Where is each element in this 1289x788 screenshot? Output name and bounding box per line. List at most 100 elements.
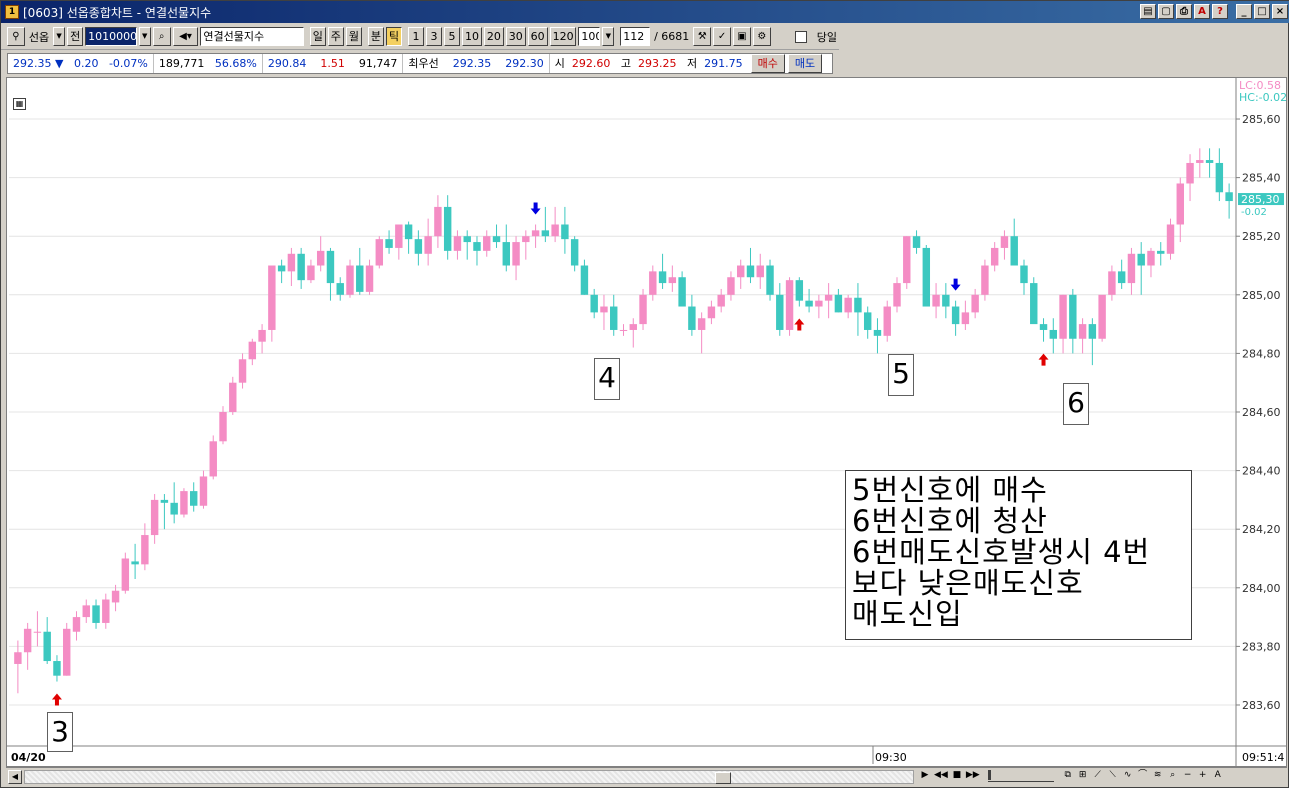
- period-day-button[interactable]: 일: [309, 27, 326, 46]
- candle-body: [160, 499, 169, 503]
- y-tick-label: 284,20: [1242, 523, 1281, 536]
- arc-icon[interactable]: ⌒: [1136, 769, 1150, 784]
- scroll-track[interactable]: [24, 770, 914, 784]
- candle-body: [981, 265, 989, 295]
- code-input[interactable]: 101000000: [85, 27, 137, 46]
- copy-icon[interactable]: ⧉: [1061, 769, 1075, 784]
- interval-5-button[interactable]: 5: [443, 27, 460, 46]
- interval-dropdown-icon[interactable]: ▼: [602, 27, 615, 46]
- grid-toggle-icon[interactable]: ▦: [13, 98, 26, 110]
- code-dropdown-icon[interactable]: ▼: [138, 27, 151, 46]
- candle-body: [863, 312, 872, 330]
- candlestick-chart[interactable]: 285,60 285,40 285,20 285,00 284,80 284,60 284,…: [7, 78, 1286, 766]
- fast-forward-icon[interactable]: ▶▶: [965, 769, 981, 784]
- interval-1-button[interactable]: 1: [407, 27, 424, 46]
- volume-ratio: 56.68%: [214, 57, 257, 70]
- title-bar[interactable]: 1 [0603] 선옵종합차트 - 연결선물지수 ▤ ▢ ⎙ A ? _ □ ×: [1, 1, 1289, 23]
- candle-body: [170, 502, 178, 515]
- search-code-icon[interactable]: ⚲: [7, 27, 25, 46]
- window-split-icon[interactable]: ⊞: [1076, 769, 1090, 784]
- trend-line-icon[interactable]: ⟋: [1091, 769, 1105, 784]
- candle-body: [1186, 162, 1194, 184]
- speaker-icon[interactable]: ◀▾: [172, 27, 199, 46]
- candle-body: [287, 253, 296, 272]
- scroll-left-icon[interactable]: ◀: [8, 770, 22, 784]
- today-only-label: 당일: [816, 30, 837, 44]
- zoom-out-icon[interactable]: −: [1181, 769, 1195, 784]
- candle-body: [1039, 324, 1048, 330]
- quote-price-group: 292.35 ▼ 0.20 -0.07%: [8, 54, 154, 73]
- candle-body: [1127, 253, 1136, 284]
- candle-body: [1147, 250, 1155, 266]
- period-minute-button[interactable]: 분: [367, 27, 384, 46]
- low-label: 저: [686, 57, 698, 70]
- candle-body: [111, 590, 120, 603]
- tool-icon[interactable]: ⚒: [693, 27, 712, 46]
- y-tick-label: 284,80: [1242, 347, 1281, 360]
- zoom-in-icon[interactable]: +: [1196, 769, 1210, 784]
- interval-120-button[interactable]: 120: [549, 27, 577, 46]
- market-type-select[interactable]: 선옵: [27, 29, 51, 45]
- candle-body: [580, 265, 589, 295]
- note-line: 6번신호에 청산: [852, 504, 1048, 538]
- signal-label-3: 3: [47, 712, 73, 752]
- y-tick-label: 285,40: [1242, 172, 1281, 185]
- candle-body: [1010, 236, 1018, 266]
- candle-body: [610, 306, 618, 330]
- zoom-slider[interactable]: [987, 769, 1054, 782]
- candle-body: [63, 628, 71, 676]
- sell-button[interactable]: 매도: [787, 54, 823, 73]
- interval-3-button[interactable]: 3: [425, 27, 442, 46]
- interval-60-button[interactable]: 60: [527, 27, 548, 46]
- ray-icon[interactable]: ⟍: [1106, 769, 1120, 784]
- window-title: [0603] 선옵종합차트 - 연결선물지수: [23, 5, 212, 20]
- candle-body: [678, 277, 686, 307]
- interval-10-button[interactable]: 10: [461, 27, 482, 46]
- zoom-icon[interactable]: ⌕: [1166, 769, 1180, 784]
- today-only-checkbox[interactable]: [794, 30, 807, 43]
- period-tick-button[interactable]: 틱: [385, 27, 402, 46]
- chart-panel[interactable]: 285,60 285,40 285,20 285,00 284,80 284,60 284,…: [6, 77, 1287, 767]
- candle-body: [912, 236, 921, 248]
- save-icon[interactable]: ▣: [733, 27, 751, 46]
- period-week-button[interactable]: 주: [327, 27, 344, 46]
- print-icon[interactable]: ⎙: [1176, 4, 1192, 19]
- settings-gear-icon[interactable]: ⚙: [752, 27, 771, 46]
- period-month-button[interactable]: 월: [345, 27, 362, 46]
- market-type-dropdown-icon[interactable]: ▼: [53, 27, 66, 46]
- fibonacci-icon[interactable]: ≋: [1151, 769, 1165, 784]
- rewind-icon[interactable]: ◀◀: [933, 769, 949, 784]
- candle-body: [1078, 324, 1087, 339]
- candle-body: [766, 265, 774, 295]
- stop-icon[interactable]: ■: [950, 769, 964, 784]
- layout-icon[interactable]: ▤: [1140, 4, 1156, 19]
- window-icon[interactable]: ▢: [1158, 4, 1174, 19]
- candle-body: [1088, 324, 1097, 339]
- candle-body: [893, 283, 901, 307]
- play-icon[interactable]: ▶: [918, 769, 932, 784]
- wave-icon[interactable]: ∿: [1121, 769, 1135, 784]
- interval-20-button[interactable]: 20: [483, 27, 504, 46]
- help-icon[interactable]: ?: [1212, 4, 1228, 19]
- candle-body: [570, 239, 579, 266]
- minimize-icon[interactable]: _: [1236, 4, 1252, 19]
- buy-signal-arrow: [794, 318, 805, 331]
- indicator-icon[interactable]: ✓: [713, 27, 732, 46]
- close-icon[interactable]: ×: [1272, 4, 1288, 19]
- scroll-thumb[interactable]: [715, 772, 731, 784]
- candle-body: [629, 324, 637, 330]
- font-icon[interactable]: A: [1194, 4, 1210, 19]
- candle-body: [82, 605, 90, 618]
- magnifier-icon[interactable]: ⌕: [152, 27, 171, 46]
- interval-30-button[interactable]: 30: [505, 27, 526, 46]
- buy-button[interactable]: 매수: [750, 54, 785, 73]
- interval-select[interactable]: 100: [578, 27, 601, 46]
- volume: 189,771: [158, 57, 205, 70]
- quote-bar: 292.35 ▼ 0.20 -0.07% 189,771 56.68% 290.…: [7, 53, 833, 74]
- candle-body: [668, 277, 677, 284]
- quote-basis-group: 290.84 1.51 91,747: [263, 54, 404, 73]
- prev-button[interactable]: 전: [67, 27, 84, 46]
- display-count-input[interactable]: 112: [620, 27, 651, 46]
- maximize-icon[interactable]: □: [1254, 4, 1270, 19]
- text-tool-icon[interactable]: A: [1211, 769, 1225, 784]
